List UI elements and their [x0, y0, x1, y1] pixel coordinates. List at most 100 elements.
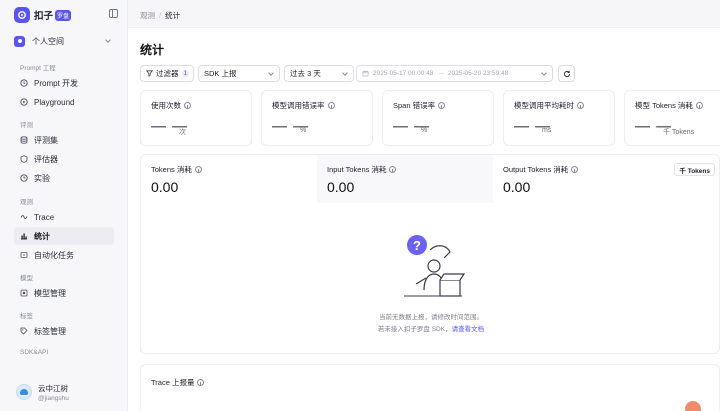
date-arrow: →	[437, 70, 444, 77]
period-select[interactable]: 过去 3 天	[284, 65, 354, 82]
logo-icon	[14, 7, 30, 23]
brand-badge: 罗盘	[55, 9, 72, 21]
workspace-selector[interactable]: 个人空间	[14, 32, 114, 50]
topbar: 观测 / 统计	[128, 0, 720, 28]
metric-label: 使用次数	[151, 101, 181, 110]
playground-icon	[20, 98, 28, 106]
section-label-model: 模型	[20, 275, 33, 282]
info-icon[interactable]	[197, 379, 205, 386]
page-title: 统计	[140, 43, 165, 57]
info-icon[interactable]	[695, 102, 703, 109]
source-select[interactable]: SDK 上报	[198, 65, 280, 82]
metric-label: 模型调用错误率	[272, 101, 325, 110]
sidebar: 扣子 罗盘 个人空间 Prompt 工程 Prompt 开发 Playgroun…	[0, 0, 128, 411]
tag-icon	[20, 327, 28, 335]
breadcrumb: 观测 / 统计	[140, 10, 180, 21]
sidebar-item-evaluator[interactable]: 评估器	[14, 150, 114, 168]
tokens-value: 0.00	[327, 179, 355, 195]
tokens-label: Input Tokens 消耗	[327, 165, 387, 174]
info-icon[interactable]	[438, 102, 446, 109]
breadcrumb-separator: /	[159, 11, 162, 20]
metric-unit: ms	[542, 127, 552, 134]
sidebar-item-label: 评估器	[34, 154, 58, 164]
chevron-down-icon	[105, 37, 111, 43]
sidebar-item-model-management[interactable]: 模型管理	[14, 284, 114, 302]
automation-icon	[20, 251, 28, 259]
metric-unit: %	[421, 127, 428, 134]
user-handle: @jiangshu	[38, 394, 69, 402]
user-profile[interactable]: 云中江树 @jiangshu	[16, 381, 116, 403]
workspace-icon	[14, 35, 25, 47]
workspace-name: 个人空间	[32, 36, 64, 46]
dataset-icon	[20, 136, 28, 144]
breadcrumb-parent[interactable]: 观测	[140, 11, 155, 20]
sidebar-item-stats[interactable]: 统计	[14, 227, 114, 245]
prompt-icon	[20, 79, 28, 87]
brand[interactable]: 扣子 罗盘	[14, 6, 118, 24]
tokens-output-col: Output Tokens 消耗 0.00 千 Tokens	[493, 155, 719, 203]
trace-volume-panel: Trace 上报量	[140, 364, 720, 411]
breadcrumb-current: 统计	[165, 11, 181, 20]
model-icon	[20, 289, 28, 297]
info-icon[interactable]	[327, 102, 335, 109]
tokens-input-col: Input Tokens 消耗 0.00	[317, 155, 493, 203]
empty-state-hint-prefix: 若未接入扣子罗盘 SDK，	[377, 326, 452, 333]
sidebar-item-label: 标签管理	[34, 326, 66, 336]
sidebar-item-dataset[interactable]: 评测集	[14, 131, 114, 149]
metric-label: 模型调用平均耗时	[514, 101, 574, 110]
tokens-unit-toggle[interactable]: 千 Tokens	[674, 163, 715, 176]
metric-unit: 次	[179, 129, 186, 136]
trace-icon	[20, 213, 28, 221]
sidebar-item-experiment[interactable]: 实验	[14, 169, 114, 187]
sidebar-item-label: 自动化任务	[34, 250, 74, 260]
user-name: 云中江树	[38, 383, 68, 393]
calendar-icon	[362, 70, 369, 77]
main-content: 统计 过滤器 1 SDK 上报 过去 3 天 2025-05-17 00:00:…	[128, 28, 720, 411]
sidebar-item-label: Playground	[34, 97, 75, 107]
date-end: 2025-05-20 23:59:48	[447, 70, 509, 77]
section-label-eval: 评测	[20, 122, 33, 129]
refresh-button[interactable]	[558, 65, 575, 82]
info-icon[interactable]	[577, 102, 584, 109]
sidebar-item-label: Prompt 开发	[34, 78, 79, 88]
section-label-observe: 观测	[20, 199, 33, 206]
svg-text:?: ?	[413, 238, 421, 253]
refresh-icon	[563, 70, 570, 77]
metric-label: 模型 Tokens 消耗	[635, 101, 693, 110]
assistant-avatar[interactable]	[685, 401, 701, 411]
sidebar-item-playground[interactable]: Playground	[14, 93, 114, 111]
stats-icon	[20, 232, 28, 240]
sidebar-item-trace[interactable]: Trace	[14, 208, 114, 226]
tokens-value: 0.00	[151, 179, 179, 195]
metric-label: Span 错误率	[393, 101, 436, 110]
sidebar-item-automation[interactable]: 自动化任务	[14, 246, 114, 264]
date-start: 2025-05-17 00:00:48	[373, 70, 434, 77]
metric-card-span-error-rate: Span 错误率 — — %	[382, 90, 494, 146]
view-docs-link[interactable]: 请查看文档	[452, 326, 485, 333]
tokens-label: Output Tokens 消耗	[503, 165, 569, 174]
trace-volume-label: Trace 上报量	[151, 378, 195, 387]
sidebar-item-label: Trace	[34, 212, 55, 222]
metric-unit: %	[300, 127, 307, 134]
sidebar-item-label: 模型管理	[34, 288, 66, 298]
filter-icon	[146, 70, 153, 77]
avatar	[16, 384, 32, 400]
chevron-down-icon	[342, 70, 348, 76]
info-icon[interactable]	[389, 166, 397, 173]
info-icon[interactable]	[184, 102, 191, 109]
sidebar-item-tag-management[interactable]: 标签管理	[14, 322, 114, 340]
sidebar-item-prompt-dev[interactable]: Prompt 开发	[14, 74, 114, 92]
filter-count-badge: 1	[181, 70, 190, 77]
sidebar-collapse-icon[interactable]	[109, 9, 118, 18]
evaluator-icon	[20, 155, 28, 163]
chevron-down-icon	[541, 70, 547, 76]
tokens-total-col: Tokens 消耗 0.00	[141, 155, 317, 203]
metric-unit: 千 Tokens	[663, 129, 695, 136]
info-icon[interactable]	[194, 166, 202, 173]
filter-button[interactable]: 过滤器 1	[140, 65, 194, 82]
metric-card-avg-latency: 模型调用平均耗时 — — ms	[503, 90, 615, 146]
section-label-tag: 标签	[20, 313, 33, 320]
empty-state-text: 当前无数据上报，请修改时间范围。	[379, 314, 483, 321]
date-range-picker[interactable]: 2025-05-17 00:00:48 → 2025-05-20 23:59:4…	[356, 65, 553, 82]
info-icon[interactable]	[571, 166, 579, 173]
